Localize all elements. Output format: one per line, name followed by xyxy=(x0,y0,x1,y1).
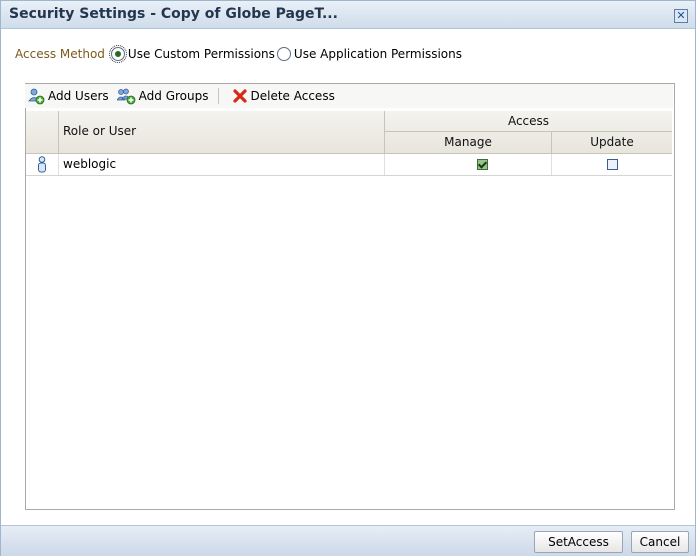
add-groups-label[interactable]: Add Groups xyxy=(139,89,209,103)
delete-access-label[interactable]: Delete Access xyxy=(251,89,335,103)
access-method-label: Access Method xyxy=(15,47,105,61)
custom-permissions-radio[interactable] xyxy=(108,45,127,63)
dialog-footer: SetAccess Cancel xyxy=(1,525,695,556)
toolbar-separator xyxy=(217,88,219,104)
manage-checkbox[interactable] xyxy=(477,159,488,170)
table-row[interactable]: weblogic xyxy=(26,154,672,176)
col-header-access: Access xyxy=(507,114,550,128)
add-users-button[interactable]: Add Users xyxy=(28,88,109,105)
cancel-button[interactable]: Cancel xyxy=(631,531,689,553)
row-divider xyxy=(384,154,385,175)
add-users-label[interactable]: Add Users xyxy=(48,89,109,103)
header-divider xyxy=(58,111,59,153)
delete-access-button[interactable]: Delete Access xyxy=(232,88,335,104)
header-divider xyxy=(385,131,672,132)
custom-permissions-label[interactable]: Use Custom Permissions xyxy=(128,47,275,61)
row-user-name: weblogic xyxy=(63,157,117,171)
access-method-row: Access Method Use Custom Permissions Use… xyxy=(15,45,464,63)
col-header-manage[interactable]: Manage xyxy=(385,135,551,149)
row-divider xyxy=(58,154,59,175)
dialog-titlebar: Security Settings - Copy of Globe PageT.… xyxy=(1,1,695,29)
permissions-toolbar: Add Users Add Groups Delete Access xyxy=(25,84,673,108)
user-icon xyxy=(38,156,46,173)
row-divider xyxy=(551,154,552,175)
application-permissions-label[interactable]: Use Application Permissions xyxy=(294,47,462,61)
application-permissions-option[interactable]: Use Application Permissions xyxy=(276,47,462,61)
add-groups-button[interactable]: Add Groups xyxy=(116,88,209,105)
set-access-button[interactable]: SetAccess xyxy=(534,531,623,553)
application-permissions-radio[interactable] xyxy=(276,47,291,61)
delete-x-icon xyxy=(232,89,247,103)
add-user-icon xyxy=(28,88,45,104)
security-settings-dialog: Security Settings - Copy of Globe PageT.… xyxy=(0,0,696,556)
close-icon[interactable]: ✕ xyxy=(674,9,688,23)
update-checkbox[interactable] xyxy=(607,159,618,170)
dialog-title: Security Settings - Copy of Globe PageT.… xyxy=(9,6,338,22)
table-header: Role or User Access Manage Update xyxy=(26,111,672,154)
col-header-update[interactable]: Update xyxy=(552,135,672,149)
col-header-role[interactable]: Role or User xyxy=(63,124,136,138)
add-group-icon xyxy=(116,88,136,104)
custom-permissions-option[interactable]: Use Custom Permissions xyxy=(108,45,275,63)
